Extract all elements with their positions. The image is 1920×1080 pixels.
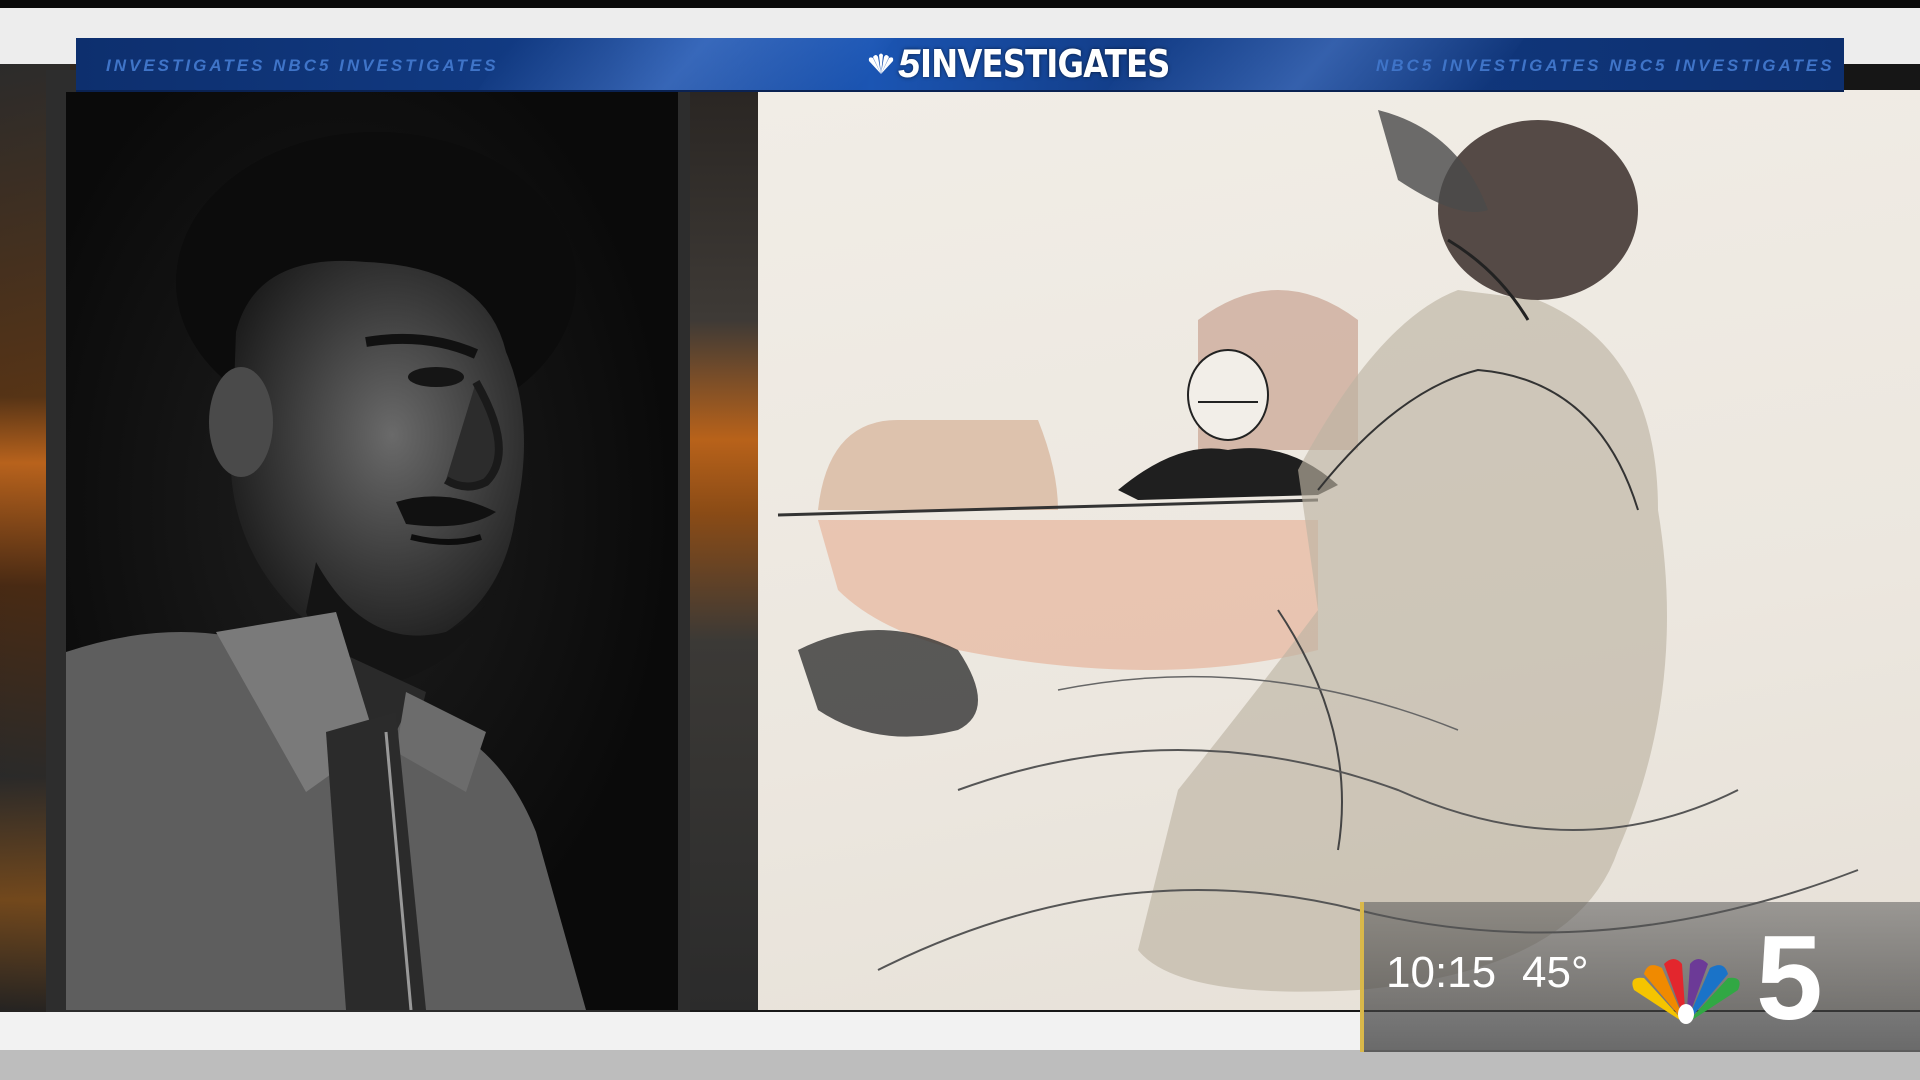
clock-readout: 10:15 xyxy=(1386,948,1497,997)
banner-ticker-left: INVESTIGATES NBC5 INVESTIGATES xyxy=(106,56,499,75)
temperature-readout: 45° xyxy=(1522,948,1589,997)
banner-logo-word: INVESTIGATES xyxy=(920,42,1170,86)
channel-number: 5 xyxy=(1756,911,1823,1045)
studio-gap xyxy=(690,90,760,1010)
portrait-illustration xyxy=(66,132,586,1010)
banner-ticker-right: NBC5 INVESTIGATES NBC5 INVESTIGATES xyxy=(1376,56,1835,75)
sketch-illustration xyxy=(777,110,1859,992)
nbc-peacock-icon xyxy=(1632,959,1740,1024)
banner-logo: 5 INVESTIGATES xyxy=(866,42,1214,86)
portrait-photo xyxy=(66,92,678,1010)
bottom-letterbox xyxy=(0,1050,1920,1080)
banner-light-stripe xyxy=(477,38,895,90)
station-bug: 10:15 45° 5 xyxy=(1360,902,1920,1052)
investigates-banner: INVESTIGATES NBC5 INVESTIGATES NBC5 INVE… xyxy=(76,38,1844,92)
banner-logo-number: 5 xyxy=(898,42,921,86)
courtroom-sketch xyxy=(758,90,1920,1010)
top-letterbox xyxy=(0,0,1920,8)
nbc-peacock-icon xyxy=(868,53,894,74)
